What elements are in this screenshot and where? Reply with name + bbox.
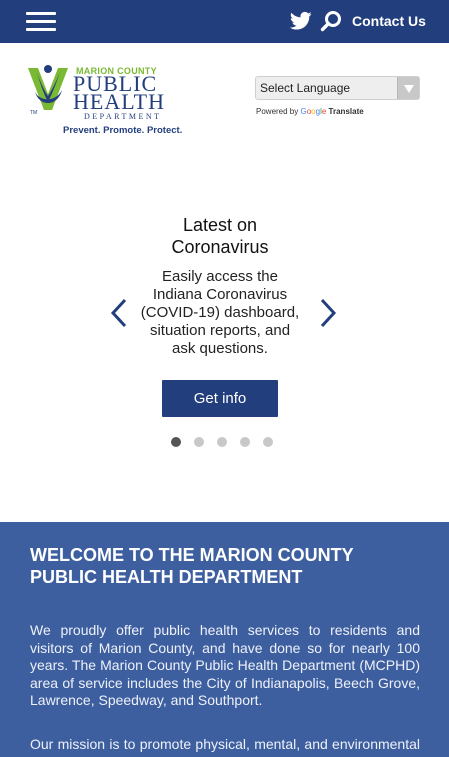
google-letter: e	[321, 107, 327, 116]
carousel-dots	[168, 437, 278, 449]
contact-us-link[interactable]: Contact Us	[352, 13, 426, 29]
welcome-paragraph: We proudly offer public health services …	[30, 622, 420, 708]
carousel-prev-button[interactable]	[109, 298, 129, 328]
logo-tagline: Prevent. Promote. Protect.	[63, 125, 183, 136]
language-select[interactable]: Select Language	[255, 76, 420, 100]
carousel-dot[interactable]	[217, 437, 227, 447]
logo-department-text: DEPARTMENT	[84, 112, 162, 121]
carousel-next-button[interactable]	[318, 298, 338, 328]
carousel-dot[interactable]	[263, 437, 273, 447]
welcome-title: WELCOME TO THE MARION COUNTY PUBLIC HEAL…	[30, 545, 354, 587]
slide-body: Easily access the Indiana Coronavirus (C…	[140, 268, 300, 357]
carousel-slide: Latest on Coronavirus Easily access the …	[140, 214, 300, 358]
carousel-dot[interactable]	[171, 437, 181, 447]
twitter-icon[interactable]	[289, 11, 312, 31]
language-select-value: Select Language	[260, 81, 351, 95]
translate-text: Translate	[328, 107, 364, 116]
carousel-dot[interactable]	[194, 437, 204, 447]
mcphd-logo[interactable]: TM MARION COUNTY PUBLIC HEALTH DEPARTMEN…	[26, 62, 182, 138]
get-info-button[interactable]: Get info	[162, 380, 278, 417]
top-nav-bar: Contact Us	[0, 0, 449, 43]
slide-title: Latest on Coronavirus	[171, 215, 269, 257]
menu-icon[interactable]	[26, 12, 56, 32]
logo-health-text: HEALTH	[73, 89, 165, 114]
powered-by-google-translate[interactable]: Powered by Google Translate	[256, 107, 364, 116]
powered-by-text: Powered by	[256, 107, 299, 116]
welcome-paragraph: Our mission is to promote physical, ment…	[30, 736, 420, 757]
google-logo: Google	[300, 107, 326, 116]
carousel-dot[interactable]	[240, 437, 250, 447]
svg-text:TM: TM	[30, 110, 37, 116]
logo-mark-icon: TM	[26, 62, 72, 118]
welcome-section: WELCOME TO THE MARION COUNTY PUBLIC HEAL…	[0, 522, 449, 757]
dropdown-arrow-icon	[397, 77, 419, 99]
search-icon[interactable]	[320, 10, 342, 32]
